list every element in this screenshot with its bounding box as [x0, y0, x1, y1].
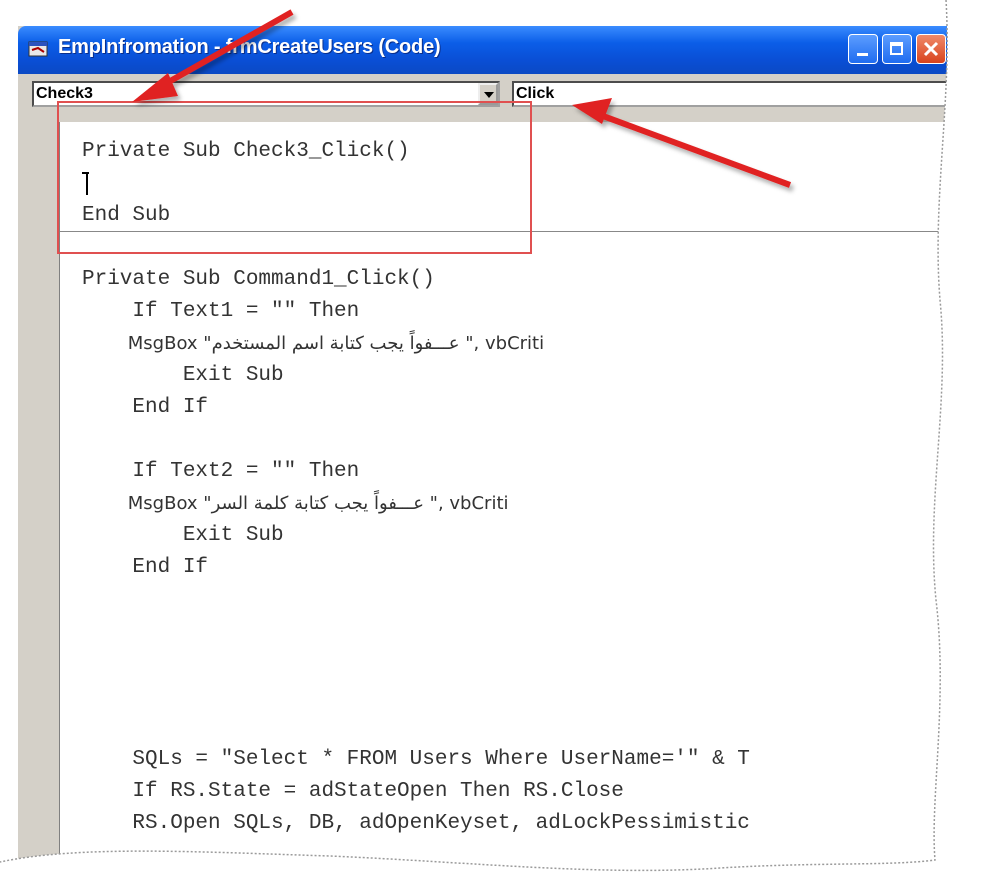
scroll-up-button[interactable]	[958, 146, 982, 170]
dropdown-arrow-icon	[484, 92, 494, 98]
code-line: End If	[82, 396, 209, 419]
code-line: Exit Sub	[82, 364, 284, 387]
maximize-icon	[890, 42, 903, 55]
window-icon	[28, 41, 48, 57]
code-line: Private Sub Command1_Click()	[82, 268, 435, 291]
procedure-dropdown[interactable]: Click	[512, 81, 976, 107]
code-line: If Text1 = "" Then	[82, 300, 360, 323]
vertical-scrollbar[interactable]	[958, 122, 984, 861]
code-line: End If	[82, 556, 209, 579]
minimize-button[interactable]	[848, 34, 878, 64]
code-line: RS.Open SQLs, DB, adOpenKeyset, adLockPe…	[82, 812, 750, 835]
margin-indicator-bar[interactable]	[18, 122, 60, 861]
annotation-highlight-box	[57, 101, 532, 254]
title-bar[interactable]: EmpInfromation - frmCreateUsers (Code)	[18, 26, 984, 74]
scroll-up-icon	[965, 155, 975, 161]
close-icon	[923, 41, 939, 57]
maximize-button[interactable]	[882, 34, 912, 64]
code-line: Exit Sub	[82, 524, 284, 547]
minimize-icon	[857, 53, 868, 56]
window-title: EmpInfromation - frmCreateUsers (Code)	[58, 36, 441, 58]
dropdown-arrow-icon	[960, 92, 970, 98]
code-line: If Text2 = "" Then	[82, 460, 360, 483]
code-line: MsgBox "عـــفواً يجب كتابة كلمة السر ", …	[82, 493, 509, 514]
code-line: SQLs = "Select * FROM Users Where UserNa…	[82, 748, 750, 771]
procedure-dropdown-button[interactable]	[954, 83, 974, 105]
code-line: If RS.State = adStateOpen Then RS.Close	[82, 780, 624, 803]
code-line: MsgBox "عـــفواً يجب كتابة اسم المستخدم …	[82, 333, 545, 354]
close-button[interactable]	[916, 34, 946, 64]
